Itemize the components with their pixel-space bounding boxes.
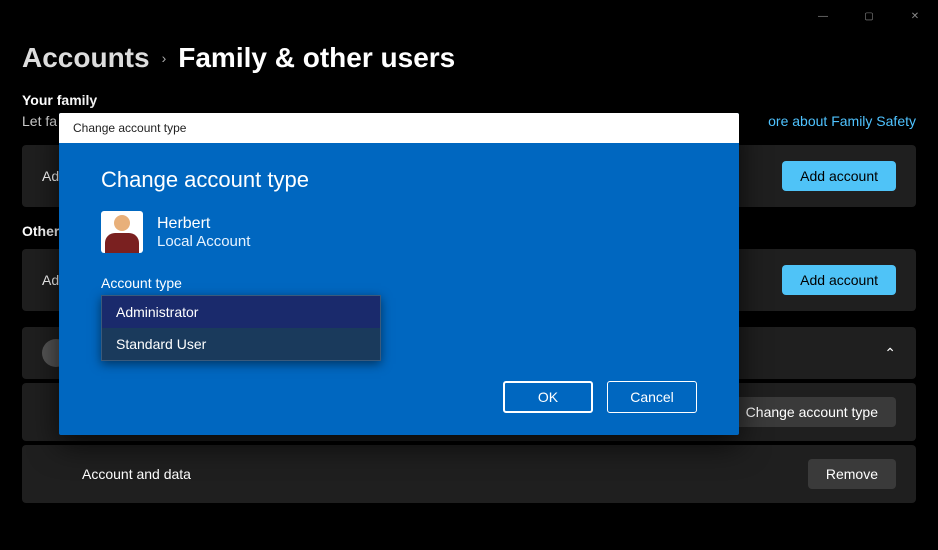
dialog-user-name: Herbert <box>157 215 250 233</box>
cancel-button[interactable]: Cancel <box>607 381 697 413</box>
account-type-dropdown[interactable]: Administrator Standard User <box>101 295 381 361</box>
dialog-titlebar: Change account type <box>59 113 739 143</box>
chevron-right-icon: › <box>162 50 167 66</box>
family-safety-link[interactable]: ore about Family Safety <box>768 113 916 129</box>
change-account-type-button[interactable]: Change account type <box>728 397 896 427</box>
user-avatar-icon <box>101 211 143 253</box>
close-window-button[interactable]: ✕ <box>892 0 938 32</box>
add-family-account-button[interactable]: Add account <box>782 161 896 191</box>
account-data-row: Account and data Remove <box>22 445 916 503</box>
dialog-user-info: Herbert Local Account <box>101 211 697 253</box>
maximize-button[interactable]: ▢ <box>846 0 892 32</box>
family-add-label: Ad <box>42 168 59 184</box>
window-titlebar: — ▢ ✕ <box>0 0 938 32</box>
breadcrumb: Accounts › Family & other users <box>22 42 916 74</box>
family-section-title: Your family <box>22 92 916 108</box>
dialog-heading: Change account type <box>101 167 697 193</box>
minimize-button[interactable]: — <box>800 0 846 32</box>
add-other-account-button[interactable]: Add account <box>782 265 896 295</box>
breadcrumb-root[interactable]: Accounts <box>22 42 150 74</box>
dropdown-option-administrator[interactable]: Administrator <box>102 296 380 328</box>
dialog-user-account-type: Local Account <box>157 233 250 250</box>
other-add-label: Ad <box>42 272 59 288</box>
remove-account-button[interactable]: Remove <box>808 459 896 489</box>
chevron-up-icon: ⌃ <box>884 345 896 362</box>
account-data-label: Account and data <box>82 466 191 482</box>
desc-text: Let fa <box>22 113 57 129</box>
dropdown-option-standard-user[interactable]: Standard User <box>102 328 380 360</box>
account-type-field-label: Account type <box>101 275 697 291</box>
ok-button[interactable]: OK <box>503 381 593 413</box>
page-title: Family & other users <box>178 42 455 74</box>
change-account-type-dialog: Change account type Change account type … <box>59 113 739 435</box>
